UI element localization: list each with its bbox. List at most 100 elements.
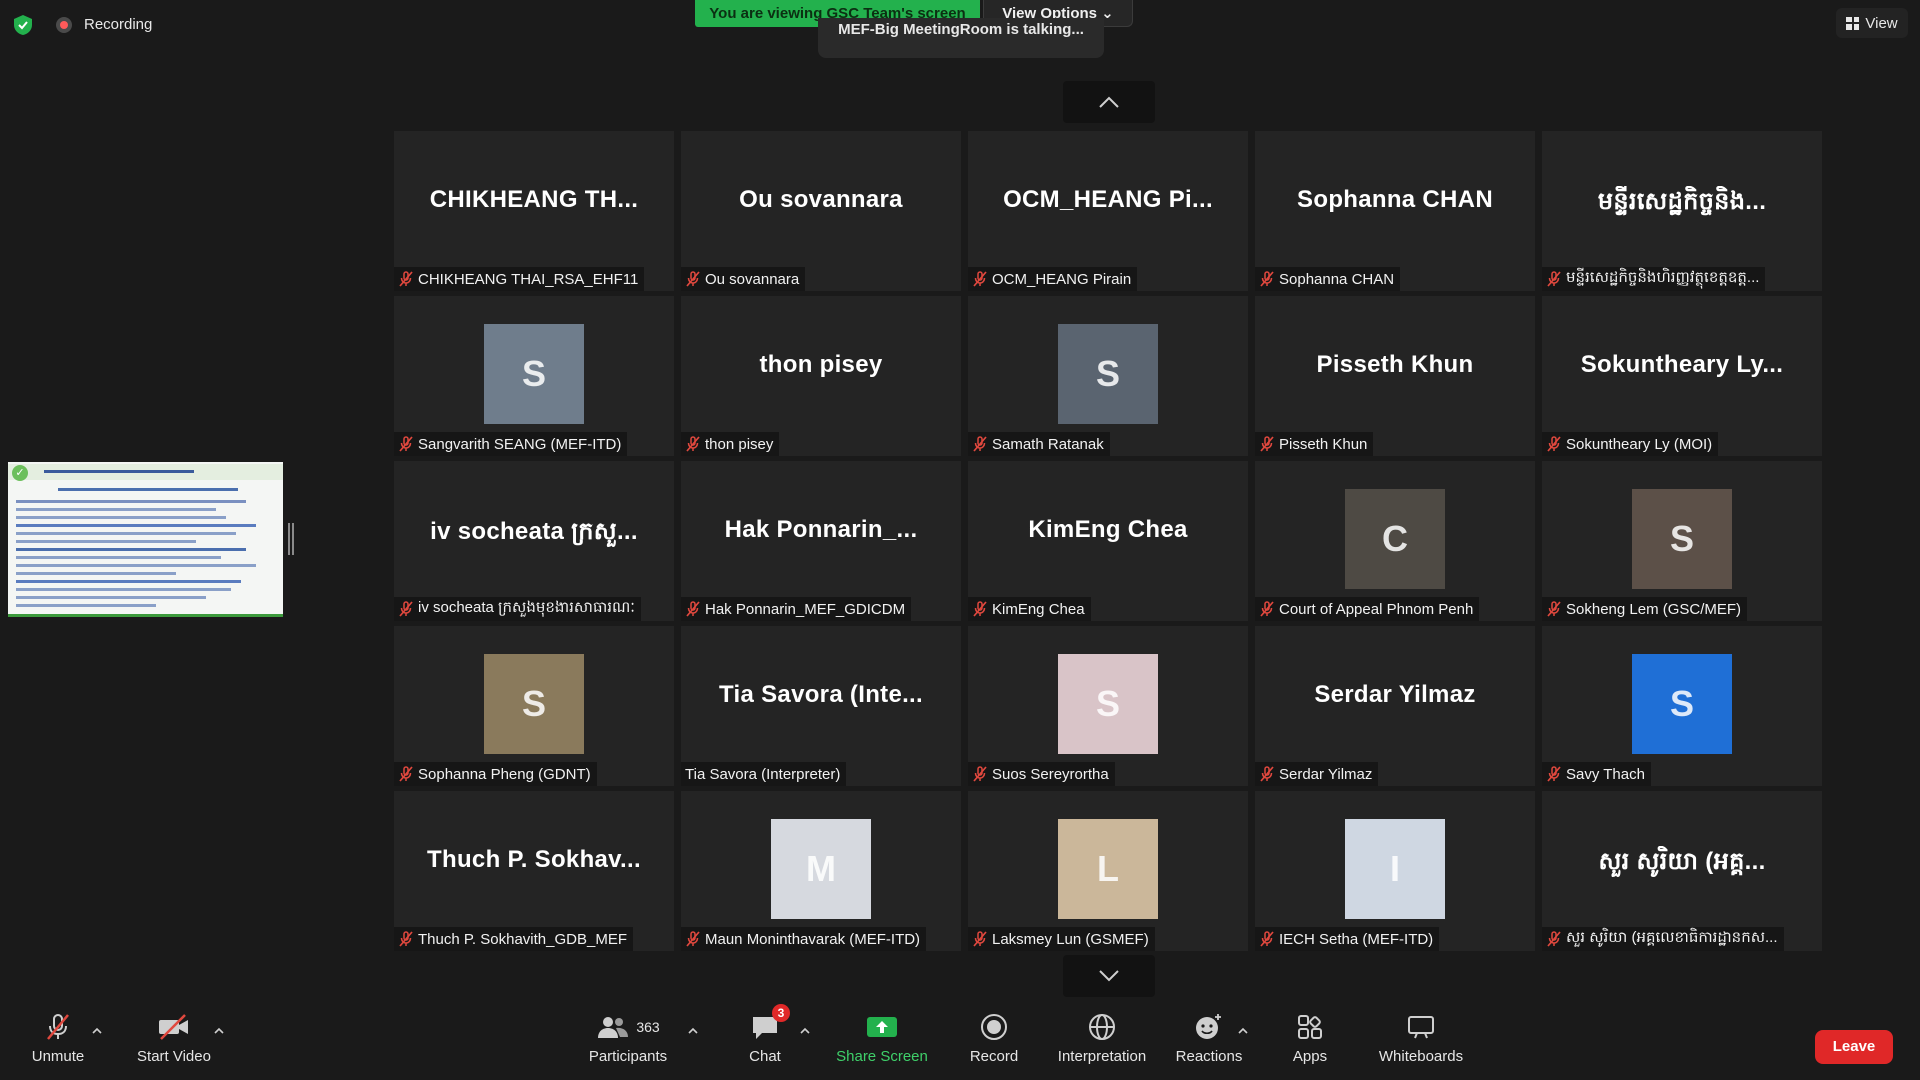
- participant-tile[interactable]: មន្ទីរសេដ្ឋកិច្ចនិង... មន្ទីរសេដ្ឋកិច្ចនិ…: [1542, 131, 1822, 291]
- participant-video-thumbnail: S: [1058, 324, 1158, 424]
- participant-display-name: iv socheata ក្រសួ...: [430, 518, 638, 545]
- participant-tile[interactable]: CHIKHEANG TH... CHIKHEANG THAI_RSA_EHF11: [394, 131, 674, 291]
- participant-video-thumbnail: M: [771, 819, 871, 919]
- whiteboards-button[interactable]: Whiteboards: [1376, 1012, 1466, 1065]
- participants-button[interactable]: 363 Participants: [582, 1012, 674, 1065]
- muted-microphone-icon: [1546, 931, 1562, 947]
- participants-options-caret-icon[interactable]: [688, 1026, 698, 1036]
- participant-display-name: thon pisey: [759, 351, 883, 378]
- muted-microphone-icon: [972, 436, 988, 452]
- participant-name-text: Sophanna Pheng (GDNT): [418, 765, 591, 783]
- participant-tile[interactable]: Serdar Yilmaz Serdar Yilmaz: [1255, 626, 1535, 786]
- participants-label: Participants: [588, 1048, 668, 1065]
- participant-tile[interactable]: L Laksmey Lun (GSMEF): [968, 791, 1248, 951]
- apps-icon: [1297, 1012, 1323, 1042]
- participant-tile[interactable]: Ou sovannara Ou sovannara: [681, 131, 961, 291]
- participant-tile[interactable]: S Savy Thach: [1542, 626, 1822, 786]
- participant-name-text: CHIKHEANG THAI_RSA_EHF11: [418, 270, 639, 288]
- muted-microphone-icon: [685, 271, 701, 287]
- participant-tile[interactable]: S Sokheng Lem (GSC/MEF): [1542, 461, 1822, 621]
- participant-name-text: Tia Savora (Interpreter): [685, 765, 841, 783]
- recording-label: Recording: [84, 16, 153, 33]
- globe-icon: [1088, 1012, 1116, 1042]
- participant-tile[interactable]: KimEng Chea KimEng Chea: [968, 461, 1248, 621]
- participant-tile[interactable]: សួរ សូរិយា (អគ្គ... សួរ សូរិយា (អគ្គលេខាធ…: [1542, 791, 1822, 951]
- participant-name-label: Court of Appeal Phnom Penh: [1255, 597, 1480, 621]
- participant-tile[interactable]: S Sophanna Pheng (GDNT): [394, 626, 674, 786]
- participant-tile[interactable]: Pisseth Khun Pisseth Khun: [1255, 296, 1535, 456]
- participant-tile[interactable]: Hak Ponnarin_... Hak Ponnarin_MEF_GDICDM: [681, 461, 961, 621]
- participant-name-label: Sangvarith SEANG (MEF-ITD): [394, 432, 628, 456]
- participant-tile[interactable]: Sophanna CHAN Sophanna CHAN: [1255, 131, 1535, 291]
- muted-microphone-icon: [972, 931, 988, 947]
- panel-resize-handle[interactable]: [288, 523, 294, 555]
- participant-name-label: Sophanna CHAN: [1255, 267, 1401, 291]
- interpretation-button[interactable]: Interpretation: [1054, 1012, 1150, 1065]
- chat-icon-wrap: 3: [750, 1004, 790, 1042]
- muted-microphone-icon: [972, 271, 988, 287]
- participant-name-label: iv socheata ក្រសួងមុខងារសាធារណៈ: [394, 597, 641, 621]
- view-button[interactable]: View: [1836, 8, 1908, 38]
- meeting-toolbar: Unmute Start Video 363 Participants 3 Ch…: [0, 1000, 1920, 1080]
- apps-button[interactable]: Apps: [1290, 1012, 1330, 1065]
- muted-microphone-icon: [685, 601, 701, 617]
- unmute-label: Unmute: [31, 1048, 85, 1065]
- participant-name-label: thon pisey: [681, 432, 780, 456]
- muted-microphone-icon: [685, 436, 701, 452]
- unmute-button[interactable]: Unmute: [28, 1012, 88, 1065]
- muted-microphone-icon: [398, 436, 414, 452]
- record-icon: [980, 1012, 1008, 1042]
- chat-options-caret-icon[interactable]: [800, 1026, 810, 1036]
- recording-indicator[interactable]: Recording: [56, 16, 152, 33]
- participant-display-name: Sokuntheary Ly...: [1580, 351, 1784, 378]
- chat-unread-badge: 3: [772, 1004, 790, 1022]
- participant-tile[interactable]: I IECH Setha (MEF-ITD): [1255, 791, 1535, 951]
- reactions-button[interactable]: Reactions: [1174, 1012, 1244, 1065]
- record-button[interactable]: Record: [968, 1012, 1020, 1065]
- muted-microphone-icon: [398, 931, 414, 947]
- shield-check-icon[interactable]: [12, 14, 34, 36]
- reactions-options-caret-icon[interactable]: [1238, 1026, 1248, 1036]
- muted-microphone-icon: [1259, 436, 1275, 452]
- participant-tile[interactable]: S Suos Sereyrortha: [968, 626, 1248, 786]
- participant-name-label: Tia Savora (Interpreter): [681, 762, 847, 786]
- participant-tile[interactable]: thon pisey thon pisey: [681, 296, 961, 456]
- participant-name-label: Serdar Yilmaz: [1255, 762, 1379, 786]
- participant-tile[interactable]: Thuch P. Sokhav... Thuch P. Sokhavith_GDB…: [394, 791, 674, 951]
- record-dot-icon: [56, 16, 72, 33]
- participant-name-text: Savy Thach: [1566, 765, 1645, 783]
- video-options-caret-icon[interactable]: [214, 1026, 224, 1036]
- participant-tile[interactable]: Sokuntheary Ly... Sokuntheary Ly (MOI): [1542, 296, 1822, 456]
- participant-name-label: Sophanna Pheng (GDNT): [394, 762, 597, 786]
- chat-button[interactable]: 3 Chat: [740, 1004, 790, 1065]
- participant-name-label: Pisseth Khun: [1255, 432, 1374, 456]
- participant-name-text: Court of Appeal Phnom Penh: [1279, 600, 1474, 618]
- participant-tile[interactable]: S Samath Ratanak: [968, 296, 1248, 456]
- participants-count: 363: [636, 1019, 660, 1035]
- participant-video-thumbnail: S: [484, 654, 584, 754]
- muted-microphone-icon: [1259, 601, 1275, 617]
- apps-label: Apps: [1292, 1048, 1328, 1065]
- participant-name-label: CHIKHEANG THAI_RSA_EHF11: [394, 267, 645, 291]
- start-video-label: Start Video: [137, 1048, 211, 1065]
- shared-screen-thumbnail[interactable]: ✓: [8, 462, 283, 617]
- participant-tile[interactable]: iv socheata ក្រសួ... iv socheata ក្រសួងមុ…: [394, 461, 674, 621]
- page-down-button[interactable]: [1063, 955, 1155, 997]
- participant-tile[interactable]: M Maun Moninthavarak (MEF-ITD): [681, 791, 961, 951]
- participant-display-name: Hak Ponnarin_...: [724, 516, 918, 543]
- participant-tile[interactable]: S Sangvarith SEANG (MEF-ITD): [394, 296, 674, 456]
- participant-tile[interactable]: Tia Savora (Inte... Tia Savora (Interpret…: [681, 626, 961, 786]
- page-up-button[interactable]: [1063, 81, 1155, 123]
- leave-button[interactable]: Leave: [1815, 1030, 1893, 1064]
- participant-display-name: Tia Savora (Inte...: [719, 681, 923, 708]
- share-screen-icon: [866, 1012, 898, 1042]
- participant-name-label: KimEng Chea: [968, 597, 1091, 621]
- record-label: Record: [969, 1048, 1019, 1065]
- participants-icon: [598, 1017, 629, 1038]
- start-video-button[interactable]: Start Video: [132, 1012, 216, 1065]
- audio-options-caret-icon[interactable]: [92, 1026, 102, 1036]
- share-screen-button[interactable]: Share Screen: [834, 1012, 930, 1065]
- participant-tile[interactable]: OCM_HEANG Pi... OCM_HEANG Pirain: [968, 131, 1248, 291]
- participant-tile[interactable]: C Court of Appeal Phnom Penh: [1255, 461, 1535, 621]
- participant-display-name: Sophanna CHAN: [1297, 186, 1493, 213]
